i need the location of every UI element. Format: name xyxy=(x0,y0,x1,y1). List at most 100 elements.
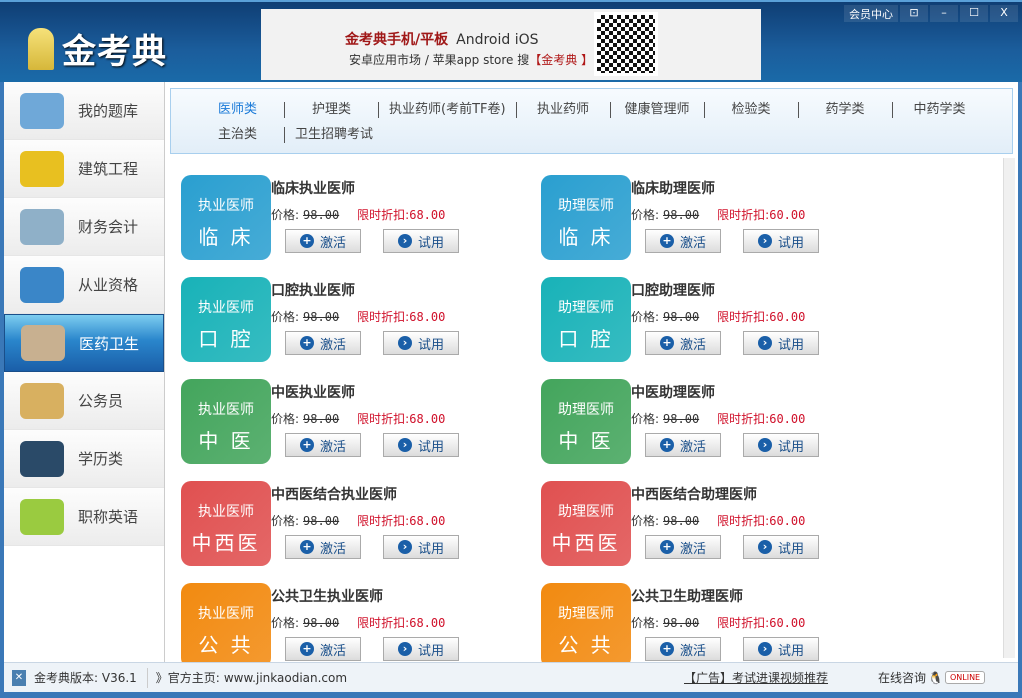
trial-label: 试用 xyxy=(777,643,804,659)
tab[interactable]: 护理类 xyxy=(285,101,379,118)
activate-button[interactable]: + 激活 xyxy=(645,229,721,253)
exam-icon[interactable]: 助理医师中 医 xyxy=(541,379,631,464)
discount-price: 60.00 xyxy=(769,616,806,630)
sidebar-item[interactable]: 财务会计 xyxy=(4,198,164,256)
tower-logo-icon xyxy=(28,27,54,70)
exam-short: 公 共 xyxy=(198,633,254,657)
trial-button[interactable]: › 试用 xyxy=(383,331,459,355)
sidebar-item[interactable]: 我的题库 xyxy=(4,82,164,140)
sidebar-item-label: 医药卫生 xyxy=(79,334,140,353)
status-bar: ✕ 金考典版本: V36.1 》官方主页: www.jinkaodian.com … xyxy=(4,662,1018,692)
activate-button[interactable]: + 激活 xyxy=(645,637,721,661)
home-link[interactable]: www.jinkaodian.com xyxy=(224,671,347,685)
trial-label: 试用 xyxy=(417,541,444,557)
exam-icon[interactable]: 执业医师公 共 xyxy=(181,583,271,668)
exam-icon[interactable]: 助理医师临 床 xyxy=(541,175,631,260)
activate-label: 激活 xyxy=(319,337,346,353)
app-icon: ✕ xyxy=(12,669,26,686)
sidebar-item[interactable]: 公务员 xyxy=(4,372,164,430)
discount-label: 限时折扣: xyxy=(717,208,770,222)
exam-tag: 执业医师 xyxy=(198,300,254,316)
exam-short: 口 腔 xyxy=(198,327,254,351)
category-tabs: 医师类 护理类 执业药师(考前TF卷) 执业药师 健康管理师 检验类 药学类 中药学类 主治类… xyxy=(170,88,1013,154)
tab[interactable]: 医师类 xyxy=(191,101,285,118)
trial-button[interactable]: › 试用 xyxy=(743,433,819,457)
exam-tag: 助理医师 xyxy=(558,606,614,622)
activate-button[interactable]: + 激活 xyxy=(285,535,361,559)
sidebar-item-label: 公务员 xyxy=(78,392,124,410)
minimize-button[interactable]: – xyxy=(930,5,958,22)
chevron-right-icon: › xyxy=(397,540,412,554)
category-icon xyxy=(20,382,64,419)
price-label: 价格: xyxy=(271,310,300,324)
tab[interactable]: 卫生招聘考试 xyxy=(285,127,383,143)
activate-button[interactable]: + 激活 xyxy=(645,433,721,457)
ad-link[interactable]: 【广告】考试进课视频推荐 xyxy=(684,669,828,686)
online-consult-button[interactable]: 在线咨询 🐧 ONLINE xyxy=(878,669,986,686)
exam-title: 中医执业医师 xyxy=(271,385,355,401)
window-controls: 会员中心 ⊡ – ☐ X xyxy=(844,5,1018,22)
trial-button[interactable]: › 试用 xyxy=(383,535,459,559)
exam-tag: 助理医师 xyxy=(558,198,614,214)
activate-button[interactable]: + 激活 xyxy=(645,535,721,559)
banner-os: Android iOS xyxy=(456,32,539,48)
trial-button[interactable]: › 试用 xyxy=(383,433,459,457)
exam-icon[interactable]: 执业医师 中西医 xyxy=(181,481,271,566)
sidebar-item-label: 从业资格 xyxy=(78,276,139,294)
trial-button[interactable]: › 试用 xyxy=(383,229,459,253)
tab[interactable]: 主治类 xyxy=(191,126,285,143)
close-button[interactable]: X xyxy=(990,5,1018,22)
trial-button[interactable]: › 试用 xyxy=(743,637,819,661)
trial-button[interactable]: › 试用 xyxy=(743,229,819,253)
exam-icon[interactable]: 执业医师中 医 xyxy=(181,379,271,464)
chevron-right-icon: › xyxy=(397,336,412,350)
banner-line2: 安卓应用市场 / 苹果app store 搜【金考典 】 xyxy=(349,51,593,68)
sidebar-item[interactable]: 医药卫生 xyxy=(4,314,164,372)
exam-icon[interactable]: 助理医师公 共 xyxy=(541,583,631,668)
tab[interactable]: 检验类 xyxy=(705,101,799,118)
tab[interactable]: 中药学类 xyxy=(893,102,987,118)
scrollbar[interactable] xyxy=(1003,158,1015,658)
activate-button[interactable]: + 激活 xyxy=(285,331,361,355)
activate-label: 激活 xyxy=(679,541,706,557)
exam-icon[interactable]: 执业医师口 腔 xyxy=(181,277,271,362)
plus-icon: + xyxy=(299,336,314,350)
trial-button[interactable]: › 试用 xyxy=(743,331,819,355)
sidebar: 我的题库 建筑工程 财务会计从业资格医药卫生公务员学历类职称英语 xyxy=(4,82,165,662)
header: 金考典 金考典手机/平板 Android iOS 安卓应用市场 / 苹果app s… xyxy=(0,0,1022,82)
trial-button[interactable]: › 试用 xyxy=(383,637,459,661)
trial-button[interactable]: › 试用 xyxy=(743,535,819,559)
discount-label: 限时折扣: xyxy=(717,412,770,426)
sidebar-item[interactable]: 建筑工程 xyxy=(4,140,164,198)
exam-icon[interactable]: 助理医师口 腔 xyxy=(541,277,631,362)
category-icon xyxy=(20,440,64,477)
tab[interactable]: 健康管理师 xyxy=(611,101,705,118)
exam-icon[interactable]: 执业医师临 床 xyxy=(181,175,271,260)
plus-icon: + xyxy=(299,438,314,452)
exam-icon[interactable]: 助理医师 中西医 xyxy=(541,481,631,566)
sidebar-item[interactable]: 职称英语 xyxy=(4,488,164,546)
tab[interactable]: 执业药师 xyxy=(517,101,611,118)
activate-button[interactable]: + 激活 xyxy=(285,637,361,661)
tab[interactable]: 药学类 xyxy=(799,101,893,118)
activate-button[interactable]: + 激活 xyxy=(645,331,721,355)
plus-icon: + xyxy=(299,234,314,248)
sidebar-item[interactable]: 从业资格 xyxy=(4,256,164,314)
price-label: 价格: xyxy=(271,514,300,528)
member-center-button[interactable]: 会员中心 xyxy=(844,5,898,22)
chevron-right-icon: › xyxy=(757,438,772,452)
exam-tag: 执业医师 xyxy=(198,504,254,520)
ad-banner[interactable]: 金考典手机/平板 Android iOS 安卓应用市场 / 苹果app store… xyxy=(261,9,761,80)
sidebar-item-label: 职称英语 xyxy=(78,508,139,526)
activate-button[interactable]: + 激活 xyxy=(285,229,361,253)
sidebar-item[interactable]: 学历类 xyxy=(4,430,164,488)
exam-short: 临 床 xyxy=(558,225,614,249)
category-icon xyxy=(21,325,65,361)
activate-button[interactable]: + 激活 xyxy=(285,433,361,457)
discount-price: 60.00 xyxy=(769,310,806,324)
price-row: 价格: 98.00 限时折扣:68.00 xyxy=(271,512,445,529)
tab[interactable]: 执业药师(考前TF卷) xyxy=(379,101,517,118)
pin-button[interactable]: ⊡ xyxy=(900,5,928,22)
maximize-button[interactable]: ☐ xyxy=(960,5,988,22)
original-price: 98.00 xyxy=(663,616,700,630)
